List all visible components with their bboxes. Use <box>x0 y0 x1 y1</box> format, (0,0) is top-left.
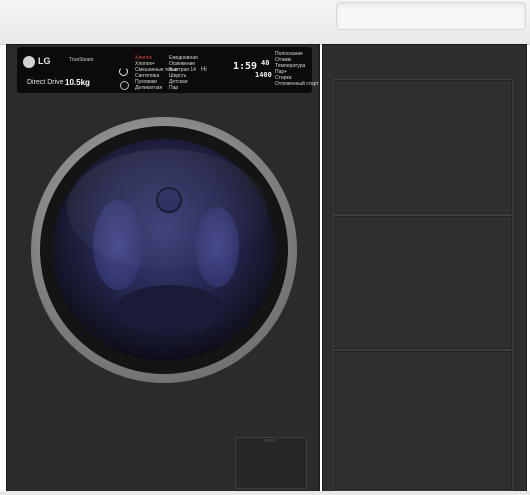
timer-display: 1:59 <box>233 61 258 72</box>
program-item[interactable]: Пар <box>169 85 198 91</box>
capacity-label: 10.5kg <box>65 78 90 87</box>
control-panel: LG TrueSteam Direct Drive 10.5kg Hi Хлоп… <box>17 47 319 93</box>
feature-badge: TrueSteam <box>69 57 94 63</box>
washing-machine: LG TrueSteam Direct Drive 10.5kg Hi Хлоп… <box>6 44 320 492</box>
filter-latch[interactable] <box>265 439 275 442</box>
filter-access-door[interactable] <box>235 437 307 489</box>
brand-logo-icon <box>23 56 35 68</box>
cabinet-drawer-middle[interactable] <box>333 215 513 350</box>
power-icon[interactable] <box>119 67 128 76</box>
spin-display: 1400 <box>255 71 272 79</box>
temperature-display: 40 <box>261 59 270 67</box>
dial-icon[interactable] <box>120 81 129 90</box>
cabinet-drawer-top[interactable] <box>333 79 513 215</box>
option-button[interactable]: Отложенный старт <box>275 81 319 87</box>
option-list: Полоскание Отжим Температура Пар+ Стирка… <box>275 51 319 87</box>
drum-paddle <box>115 285 225 335</box>
wifi-icon: Hi <box>201 67 207 73</box>
brand-name: LG <box>38 56 51 66</box>
program-list-right: Ежедневная Освежение Быстрая 14 Шерсть Д… <box>169 55 198 91</box>
drive-label: Direct Drive <box>27 79 64 86</box>
cabinet-drawer-bottom[interactable] <box>333 350 513 491</box>
sink-basin <box>336 2 526 30</box>
floor-shadow <box>0 491 530 495</box>
glass-reflection <box>67 149 267 269</box>
side-cabinet <box>322 44 527 492</box>
